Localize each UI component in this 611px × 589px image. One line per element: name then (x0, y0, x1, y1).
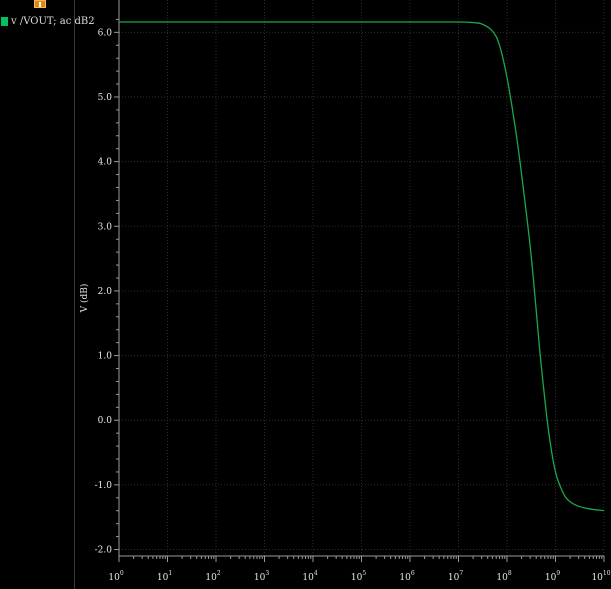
x-tick-label: 100 (108, 570, 123, 583)
trace-layer (118, 21, 605, 512)
series-line-vout (118, 21, 605, 512)
y-tick-label: 6.0 (98, 28, 113, 38)
x-tick-label: 106 (399, 570, 414, 583)
y-tick-label: 4.0 (98, 158, 113, 168)
x-tick-label: 105 (351, 570, 366, 583)
x-tick-label: 103 (254, 570, 269, 583)
y-tick-label: -1.0 (95, 481, 113, 491)
y-tick-label: 0.0 (98, 416, 113, 426)
y-tick-label: 3.0 (98, 222, 113, 232)
x-tick-label: 102 (205, 570, 220, 583)
y-tick-label: 1.0 (98, 352, 113, 362)
y-tick-label: 2.0 (98, 287, 113, 297)
chart-plot: 6.0 5.0 4.0 3.0 2.0 1.0 0.0 -1.0 -2.0 100 101 102 10… (79, 0, 611, 583)
x-tick-label: 108 (496, 570, 511, 583)
y-axis-label: V (dB) (79, 284, 90, 314)
y-tick-label: 5.0 (98, 93, 113, 103)
grid-layer (118, 0, 605, 556)
x-tick-label: 101 (157, 570, 172, 583)
x-tick-label: 104 (302, 570, 317, 583)
axis-layer: 6.0 5.0 4.0 3.0 2.0 1.0 0.0 -1.0 -2.0 100 101 102 10… (95, 0, 611, 583)
y-tick-label: -2.0 (95, 546, 113, 556)
x-tick-label: 107 (448, 570, 463, 583)
x-tick-label: 1010 (591, 570, 610, 583)
x-tick-label: 109 (545, 570, 560, 583)
